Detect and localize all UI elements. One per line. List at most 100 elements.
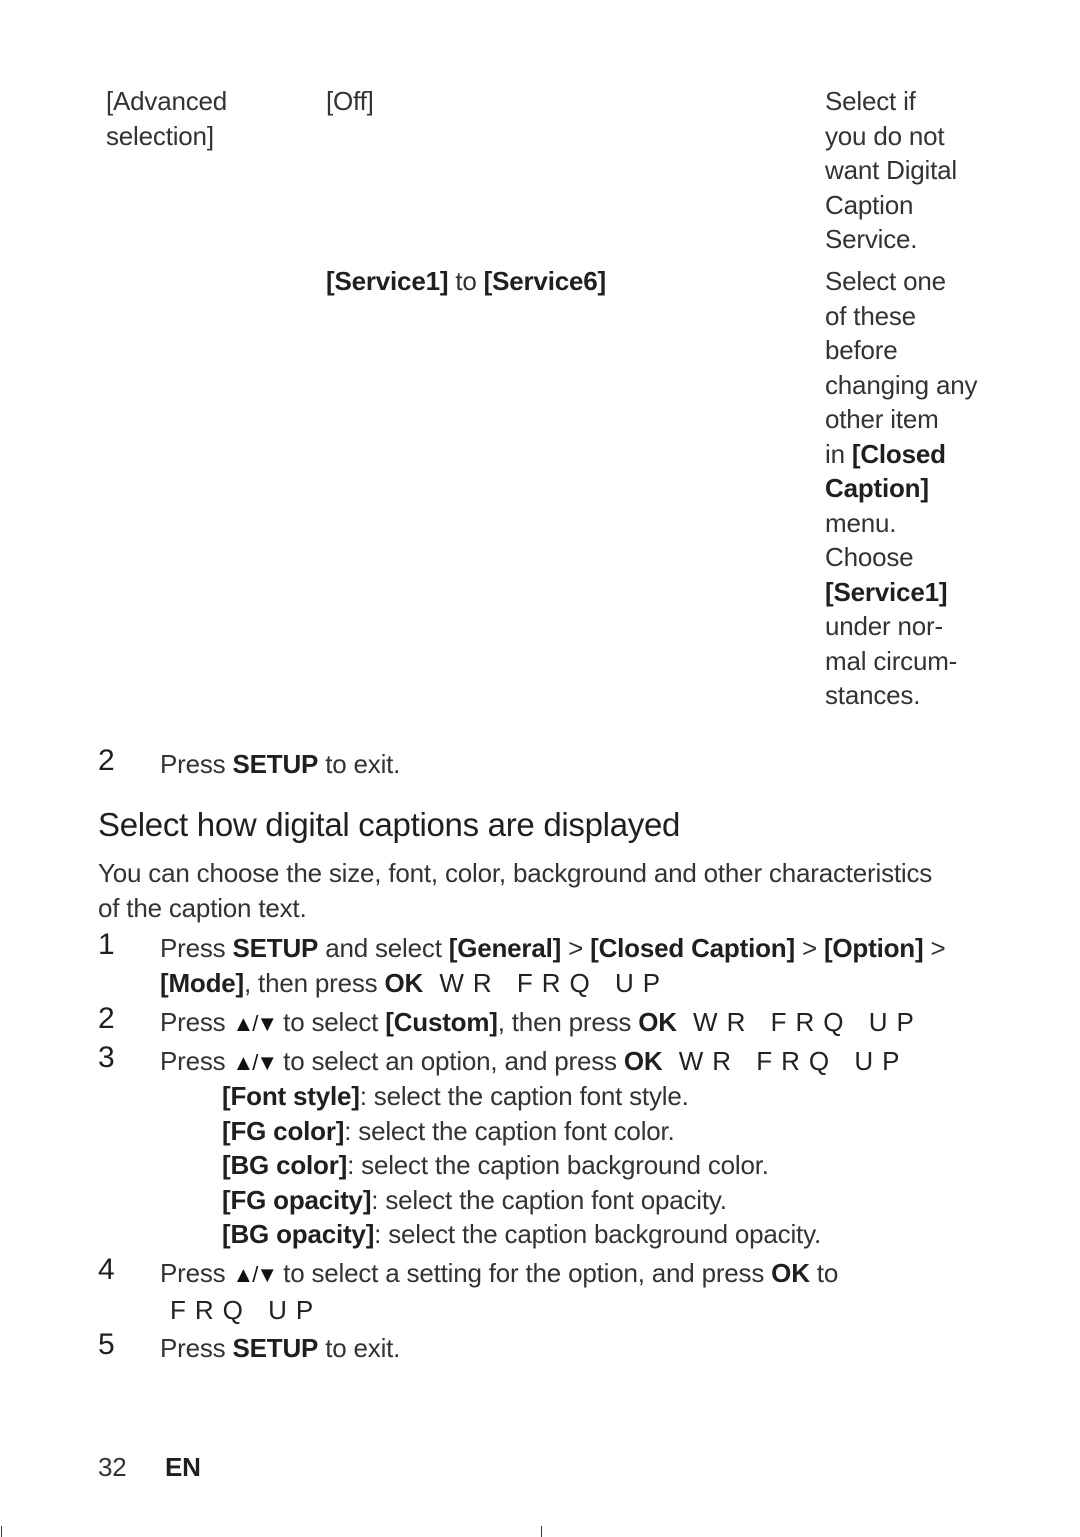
option-service-description: Select one of these before changing any … bbox=[825, 264, 1000, 713]
setup-key: SETUP bbox=[232, 1333, 319, 1363]
option-off-description: Select if you do not want Digital Captio… bbox=[825, 84, 985, 257]
menu-general: [General] bbox=[448, 933, 562, 963]
crop-mark bbox=[541, 1526, 542, 1537]
option-item: [Font style]: select the caption font st… bbox=[222, 1079, 982, 1114]
garbled-text: WR FRQ UP bbox=[676, 1007, 923, 1037]
to-text: to bbox=[809, 1258, 839, 1288]
step-exit-text: Press SETUP to exit. bbox=[160, 747, 400, 782]
desc-line: of these bbox=[825, 300, 916, 331]
page-number: 32 bbox=[98, 1452, 127, 1482]
step-1-text: Press SETUP and select [General] > [Clos… bbox=[160, 931, 990, 1000]
section-intro: You can choose the size, font, color, ba… bbox=[98, 856, 998, 925]
step-4-line1: Press ▲/▼ to select a setting for the op… bbox=[160, 1256, 990, 1293]
desc-line: Choose bbox=[825, 542, 914, 572]
caption-options-list: [Font style]: select the caption font st… bbox=[222, 1079, 982, 1252]
option-item: [BG color]: select the caption backgroun… bbox=[222, 1148, 982, 1183]
garbled-text: FRQ UP bbox=[170, 1294, 323, 1325]
desc-line: want Digital bbox=[825, 155, 957, 185]
desc-line: other item bbox=[825, 404, 939, 434]
desc-line: changing any bbox=[825, 369, 978, 400]
option-desc: : select the caption font opacity. bbox=[371, 1184, 727, 1215]
garbled-text: WR FRQ UP bbox=[423, 967, 670, 998]
up-down-arrows-icon: ▲/▼ bbox=[232, 1050, 278, 1075]
desc-line: Select one bbox=[825, 266, 946, 296]
desc-line: in [Closed bbox=[825, 437, 1000, 472]
step-5-text: Press SETUP to exit. bbox=[160, 1331, 400, 1366]
step-4-line2: FRQ UP bbox=[160, 1293, 990, 1328]
intro-line: You can choose the size, font, color, ba… bbox=[98, 858, 933, 888]
separator: > bbox=[794, 933, 824, 963]
option-desc: : select the caption background opacity. bbox=[374, 1219, 821, 1249]
service1-label: [Service1] bbox=[326, 266, 449, 296]
and-select-text: and select bbox=[318, 933, 449, 963]
press-text: Press bbox=[160, 1258, 233, 1288]
desc-line: Select if bbox=[825, 86, 916, 116]
desc-line: menu. bbox=[825, 507, 897, 538]
option-desc: : select the caption font color. bbox=[344, 1115, 675, 1146]
step-1-line1: Press SETUP and select [General] > [Clos… bbox=[160, 931, 990, 966]
section-heading: Select how digital captions are displaye… bbox=[98, 806, 681, 843]
press-text: Press bbox=[160, 749, 233, 779]
menu-mode: [Mode] bbox=[160, 967, 244, 998]
press-text: Press bbox=[160, 1046, 233, 1076]
manual-page: [Advanced selection] [Off] Select if you… bbox=[0, 0, 1080, 1537]
service6-label: [Service6] bbox=[483, 266, 607, 296]
to-select-text: to select a setting for the option, and … bbox=[276, 1258, 772, 1288]
menu-closed-caption: [Closed Caption] bbox=[590, 933, 795, 963]
setup-key: SETUP bbox=[232, 933, 319, 963]
desc-in: in bbox=[825, 438, 852, 469]
setting-label: [Advanced selection] bbox=[106, 84, 227, 153]
ok-key: OK bbox=[384, 967, 424, 998]
desc-line: under nor- bbox=[825, 611, 943, 641]
menu-custom: [Custom] bbox=[385, 1007, 498, 1037]
setup-key: SETUP bbox=[232, 749, 319, 779]
service1-ref: [Service1] bbox=[825, 576, 948, 607]
then-press-text: , then press bbox=[497, 1007, 639, 1037]
step-number: 5 bbox=[98, 1328, 115, 1361]
option-name: [FG opacity] bbox=[222, 1184, 372, 1215]
setting-label-line2: selection] bbox=[106, 120, 214, 151]
ok-key: OK bbox=[638, 1007, 677, 1037]
step-4-text: Press ▲/▼ to select a setting for the op… bbox=[160, 1256, 990, 1327]
desc-line: stances. bbox=[825, 680, 921, 710]
step-2-text: Press ▲/▼ to select [Custom], then press… bbox=[160, 1005, 923, 1042]
closed-ref: [Closed bbox=[851, 438, 946, 469]
ok-key: OK bbox=[771, 1258, 810, 1288]
option-item: [BG opacity]: select the caption backgro… bbox=[222, 1217, 982, 1252]
language-code: EN bbox=[165, 1452, 201, 1482]
step-number: 2 bbox=[98, 1002, 115, 1035]
step-3-text: Press ▲/▼ to select an option, and press… bbox=[160, 1044, 908, 1081]
option-service-range: [Service1] to [Service6] bbox=[326, 264, 606, 299]
up-down-arrows-icon: ▲/▼ bbox=[232, 1262, 278, 1287]
desc-line: Service. bbox=[825, 224, 918, 254]
step-number: 1 bbox=[98, 928, 115, 961]
step-number: 2 bbox=[98, 744, 115, 777]
intro-line: of the caption text. bbox=[98, 892, 307, 923]
press-text: Press bbox=[160, 933, 233, 963]
desc-line: mal circum- bbox=[825, 645, 958, 676]
setting-label-line1: [Advanced bbox=[106, 86, 228, 116]
desc-line: Caption bbox=[825, 189, 914, 220]
to-select-text: to select an option, and press bbox=[276, 1046, 624, 1076]
option-item: [FG color]: select the caption font colo… bbox=[222, 1114, 982, 1149]
option-name: [Font style] bbox=[222, 1081, 360, 1111]
press-text: Press bbox=[160, 1007, 233, 1037]
step-1-line2: [Mode], then press OK WR FRQ UP bbox=[160, 966, 990, 1001]
up-down-arrows-icon: ▲/▼ bbox=[232, 1011, 278, 1036]
separator: > bbox=[561, 933, 591, 963]
then-press-text: , then press bbox=[244, 967, 385, 998]
desc-line: you do not bbox=[825, 120, 945, 151]
option-item: [FG opacity]: select the caption font op… bbox=[222, 1183, 982, 1218]
caption-ref: Caption] bbox=[825, 473, 929, 503]
step-number: 4 bbox=[98, 1253, 115, 1286]
rest-text: to exit. bbox=[318, 749, 401, 779]
rest-text: to exit. bbox=[318, 1333, 401, 1363]
ok-key: OK bbox=[623, 1046, 663, 1076]
desc-line: before bbox=[825, 335, 898, 365]
option-name: [BG color] bbox=[222, 1150, 348, 1180]
garbled-text: WR FRQ UP bbox=[662, 1046, 909, 1076]
option-off: [Off] bbox=[326, 86, 374, 116]
connector-text: to bbox=[448, 266, 484, 296]
option-desc: : select the caption background color. bbox=[347, 1150, 769, 1180]
step-number: 3 bbox=[98, 1041, 115, 1074]
